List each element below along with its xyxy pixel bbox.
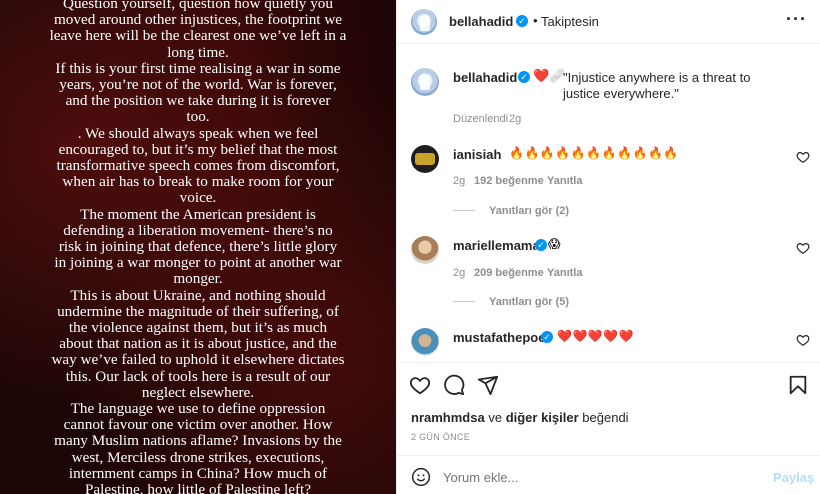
view-replies-button[interactable]: Yanıtları gör (2) xyxy=(489,205,569,217)
comment-likes[interactable]: 209 beğenme xyxy=(474,267,544,279)
avatar[interactable] xyxy=(411,9,437,35)
likes-connector: ve xyxy=(488,410,503,425)
comment-username[interactable]: ianisiah xyxy=(453,147,501,162)
header-dot: • xyxy=(533,13,538,28)
comment-time[interactable]: 2g xyxy=(453,267,465,279)
caption-time[interactable]: 2g xyxy=(509,113,521,125)
send-icon[interactable] xyxy=(477,374,499,396)
comment-input[interactable] xyxy=(443,466,743,488)
comment-icon[interactable] xyxy=(443,374,465,396)
view-replies-button[interactable]: Yanıtları gör (5) xyxy=(489,296,569,308)
caption-emojis: ❤️🩹 xyxy=(533,68,566,83)
actions-divider xyxy=(397,362,820,363)
caption-username[interactable]: bellahadid xyxy=(453,70,517,85)
likes-summary: nramhmdsa ve diğer kişiler beğendi xyxy=(411,410,629,425)
replies-divider xyxy=(453,301,475,302)
verified-badge-icon: ✓ xyxy=(516,15,528,27)
post-timestamp[interactable]: 2 GÜN ÖNCE xyxy=(411,432,470,442)
verified-badge-icon: ✓ xyxy=(535,239,547,251)
header-username[interactable]: bellahadid xyxy=(449,14,513,29)
comment-like-heart-icon[interactable] xyxy=(796,150,810,164)
comment-time[interactable]: 2g xyxy=(453,175,465,187)
post-image: Question yourself, question how quietly … xyxy=(0,0,396,494)
comment-avatar[interactable] xyxy=(411,328,439,356)
comment-likes[interactable]: 192 beğenme xyxy=(474,175,544,187)
comment-username[interactable]: mariellemama xyxy=(453,238,540,253)
heart-icon[interactable] xyxy=(409,374,431,396)
comment-avatar[interactable] xyxy=(411,236,439,264)
caption-edited: Düzenlendi xyxy=(453,113,509,125)
comment-reply-button[interactable]: Yanıtla xyxy=(547,175,582,187)
post-comment-button[interactable]: Paylaş xyxy=(773,470,814,485)
likes-others-link[interactable]: diğer kişiler xyxy=(506,410,579,425)
comment-text: ❤️❤️❤️❤️❤️ xyxy=(557,329,635,343)
post-image-text: Question yourself, question how quietly … xyxy=(49,0,347,494)
emoji-icon[interactable] xyxy=(411,467,431,487)
likes-suffix: beğendi xyxy=(582,410,629,425)
verified-badge-icon: ✓ xyxy=(541,331,553,343)
verified-badge-icon: ✓ xyxy=(518,71,530,83)
liker-username[interactable]: nramhmdsa xyxy=(411,410,485,425)
comment-username[interactable]: mustafathepoet xyxy=(453,330,550,345)
replies-divider xyxy=(453,210,475,211)
post-details-panel: bellahadid ✓ • Takiptesin ··· bellahadid… xyxy=(396,0,820,494)
comment-reply-button[interactable]: Yanıtla xyxy=(547,267,582,279)
comment-like-heart-icon[interactable] xyxy=(796,241,810,255)
more-horizontal-icon[interactable]: ··· xyxy=(786,9,807,30)
comment-avatar[interactable] xyxy=(411,145,439,173)
bookmark-icon[interactable] xyxy=(787,374,809,396)
comment-text: 🔥🔥🔥🔥🔥🔥🔥🔥🔥🔥🔥 xyxy=(509,146,679,160)
comment-box-divider xyxy=(397,455,820,456)
follow-status[interactable]: Takiptesin xyxy=(541,14,599,29)
caption-text: "Injustice anywhere is a threat to justi… xyxy=(563,70,751,101)
comment-like-heart-icon[interactable] xyxy=(796,333,810,347)
caption-avatar[interactable] xyxy=(411,68,439,96)
header-divider xyxy=(397,43,820,44)
comment-text: 😱 xyxy=(548,237,562,251)
